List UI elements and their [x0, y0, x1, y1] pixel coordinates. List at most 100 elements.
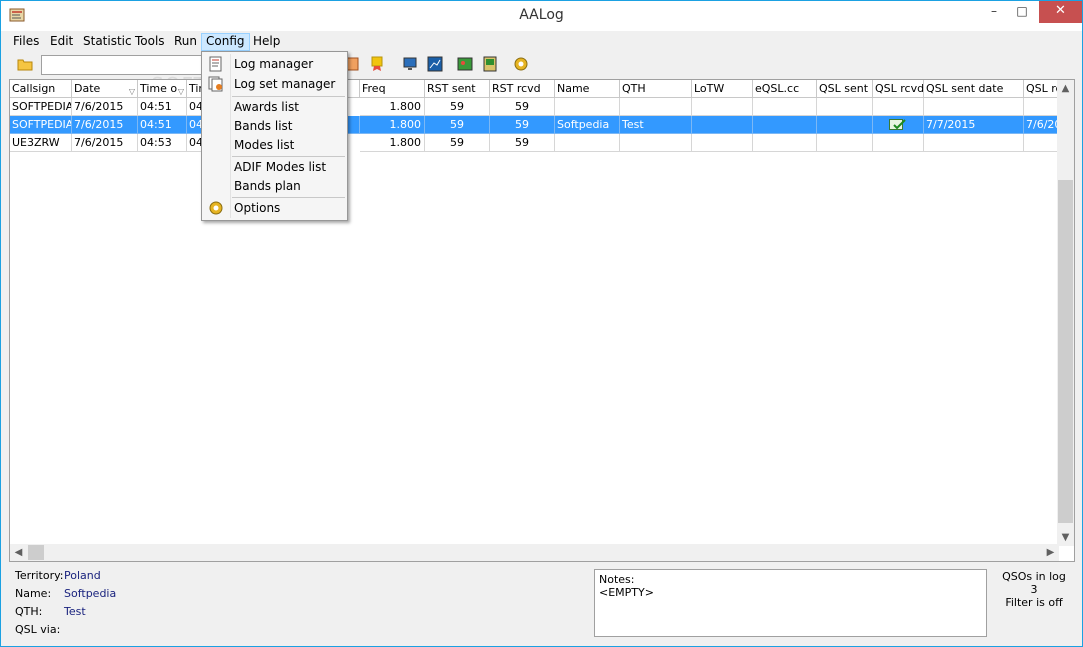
title-bar[interactable]: AALog – □ ✕ — [1, 1, 1082, 31]
award-icon[interactable] — [369, 56, 385, 72]
cell-lotw[interactable] — [692, 134, 753, 152]
cell-qsl-rcvd[interactable] — [873, 134, 924, 152]
menu-item-bands-list[interactable]: Bands list — [204, 116, 345, 136]
minimize-button[interactable]: – — [979, 1, 1009, 23]
cell-rst-sent[interactable]: 59 — [425, 98, 490, 116]
col-header-rst-rcvd[interactable]: RST rcvd — [490, 80, 555, 98]
cell-qsl-rcvd[interactable] — [873, 98, 924, 116]
scroll-up-icon[interactable]: ▲ — [1057, 80, 1074, 97]
chart-icon[interactable] — [427, 56, 443, 72]
scroll-down-icon[interactable]: ▼ — [1057, 529, 1074, 546]
settings-gear-icon[interactable] — [513, 56, 529, 72]
vertical-scrollbar[interactable]: ▲ ▼ — [1057, 80, 1074, 546]
col-header-lotw[interactable]: LoTW — [692, 80, 753, 98]
cell-freq[interactable]: 1.800 — [360, 98, 425, 116]
cell-name[interactable] — [555, 134, 620, 152]
col-header-qth[interactable]: QTH — [620, 80, 692, 98]
cell-time-off[interactable]: 04 — [187, 134, 202, 152]
cell-rst-rcvd[interactable]: 59 — [490, 98, 555, 116]
menu-tools[interactable]: Tools — [131, 33, 169, 51]
cell-qth[interactable]: Test — [620, 116, 692, 134]
cell-qsl-rcvd-date[interactable] — [1024, 134, 1059, 152]
horizontal-scrollbar[interactable]: ◀ ▶ — [10, 544, 1059, 561]
sort-icon[interactable]: ▽ — [178, 83, 184, 97]
menu-item-options[interactable]: Options — [204, 198, 345, 218]
open-folder-icon[interactable] — [17, 56, 33, 72]
menu-run[interactable]: Run — [170, 33, 201, 51]
cell-eqsl[interactable] — [753, 98, 817, 116]
col-header-qsl-rcvd-date[interactable]: QSL rc — [1024, 80, 1059, 98]
cell-lotw[interactable] — [692, 98, 753, 116]
close-button[interactable]: ✕ — [1039, 1, 1082, 23]
col-header-qsl-sent[interactable]: QSL sent — [817, 80, 873, 98]
cell-qsl-sent-date[interactable]: 7/7/2015 — [924, 116, 1024, 134]
cell-qsl-sent[interactable] — [817, 98, 873, 116]
cell-time-on[interactable]: 04:53 — [138, 134, 187, 152]
cell-freq[interactable]: 1.800 — [360, 134, 425, 152]
cell-time-off[interactable]: 04 — [187, 116, 202, 134]
notes-box[interactable]: Notes: <EMPTY> — [594, 569, 987, 637]
monitor-icon[interactable] — [402, 56, 418, 72]
col-header-eqsl[interactable]: eQSL.cc — [753, 80, 817, 98]
cell-callsign[interactable]: SOFTPEDIA — [10, 116, 72, 134]
cell-callsign[interactable]: SOFTPEDIA — [10, 98, 72, 116]
menu-help[interactable]: Help — [249, 33, 284, 51]
menu-files[interactable]: Files — [9, 33, 43, 51]
col-header-time-off[interactable]: Tim — [187, 80, 202, 98]
map-icon[interactable] — [457, 56, 473, 72]
sort-icon[interactable]: ▽ — [129, 83, 135, 97]
search-input[interactable] — [41, 55, 211, 75]
cell-rst-sent[interactable]: 59 — [425, 134, 490, 152]
col-header-freq[interactable]: Freq — [360, 80, 425, 98]
cell-qsl-sent[interactable] — [817, 134, 873, 152]
config-dropdown-menu: Log manager Log set manager Awards list … — [201, 51, 348, 221]
cell-time-on[interactable]: 04:51 — [138, 98, 187, 116]
menu-item-log-set-manager[interactable]: Log set manager — [204, 74, 345, 94]
propagation-icon[interactable] — [482, 56, 498, 72]
cell-rst-rcvd[interactable]: 59 — [490, 116, 555, 134]
menu-item-modes-list[interactable]: Modes list — [204, 135, 345, 155]
cell-qsl-sent-date[interactable] — [924, 98, 1024, 116]
scroll-right-icon[interactable]: ▶ — [1042, 544, 1059, 561]
cell-date[interactable]: 7/6/2015 — [72, 134, 138, 152]
cell-eqsl[interactable] — [753, 134, 817, 152]
cell-eqsl[interactable] — [753, 116, 817, 134]
cell-qth[interactable] — [620, 98, 692, 116]
cell-qsl-sent-date[interactable] — [924, 134, 1024, 152]
scroll-left-icon[interactable]: ◀ — [10, 544, 27, 561]
qsos-label: QSOs in log — [1002, 570, 1066, 583]
menu-item-adif-modes-list[interactable]: ADIF Modes list — [204, 157, 345, 177]
col-header-qsl-sent-date[interactable]: QSL sent date — [924, 80, 1024, 98]
menu-statistic[interactable]: Statistic — [79, 33, 136, 51]
cell-name[interactable] — [555, 98, 620, 116]
cell-rst-sent[interactable]: 59 — [425, 116, 490, 134]
col-header-date[interactable]: Date ▽ — [72, 80, 138, 98]
menu-config[interactable]: Config — [201, 33, 250, 51]
menu-item-bands-plan[interactable]: Bands plan — [204, 176, 345, 196]
cell-qsl-rcvd-date[interactable]: 7/6/20 — [1024, 116, 1059, 134]
cell-rst-rcvd[interactable]: 59 — [490, 134, 555, 152]
col-header-rst-sent[interactable]: RST sent — [425, 80, 490, 98]
col-header-time-on[interactable]: Time o ▽ — [138, 80, 187, 98]
maximize-button[interactable]: □ — [1007, 1, 1037, 23]
vertical-scroll-thumb[interactable] — [1058, 180, 1073, 523]
horizontal-scroll-thumb[interactable] — [28, 545, 44, 560]
cell-time-on[interactable]: 04:51 — [138, 116, 187, 134]
cell-date[interactable]: 7/6/2015 — [72, 116, 138, 134]
menu-edit[interactable]: Edit — [46, 33, 77, 51]
cell-qsl-sent[interactable] — [817, 116, 873, 134]
col-header-name[interactable]: Name — [555, 80, 620, 98]
col-header-qsl-rcvd[interactable]: QSL rcvd — [873, 80, 924, 98]
cell-qsl-rcvd-date[interactable] — [1024, 98, 1059, 116]
menu-item-awards-list[interactable]: Awards list — [204, 97, 345, 117]
cell-qsl-rcvd[interactable] — [873, 116, 924, 134]
cell-qth[interactable] — [620, 134, 692, 152]
cell-lotw[interactable] — [692, 116, 753, 134]
cell-callsign[interactable]: UE3ZRW — [10, 134, 72, 152]
menu-item-log-manager[interactable]: Log manager — [204, 54, 345, 74]
cell-date[interactable]: 7/6/2015 — [72, 98, 138, 116]
col-header-callsign[interactable]: Callsign — [10, 80, 72, 98]
cell-time-off[interactable]: 04 — [187, 98, 202, 116]
cell-freq[interactable]: 1.800 — [360, 116, 425, 134]
cell-name[interactable]: Softpedia — [555, 116, 620, 134]
